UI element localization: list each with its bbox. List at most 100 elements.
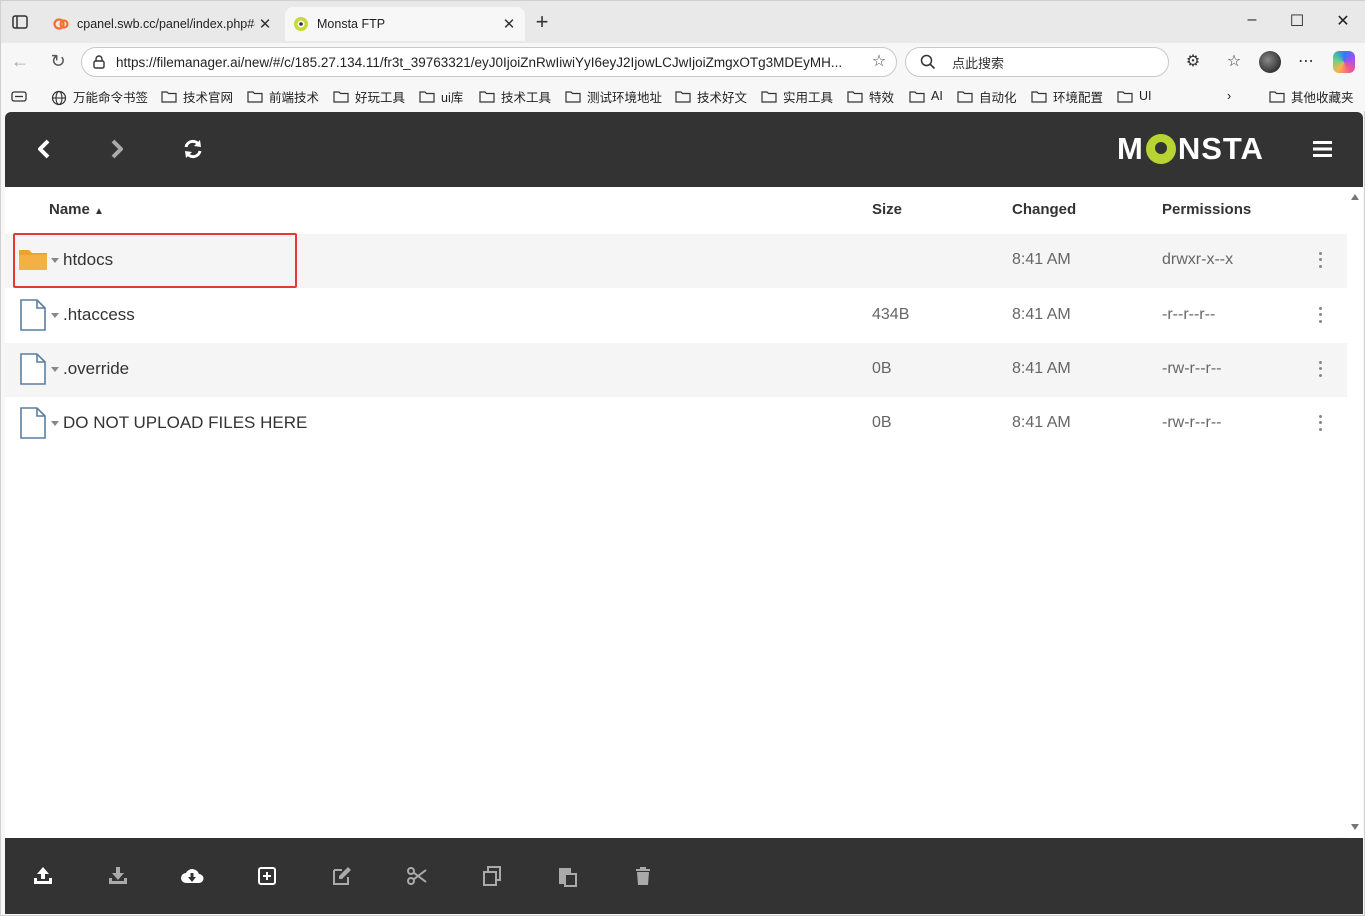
edit-icon[interactable]	[330, 864, 354, 888]
search-icon	[920, 54, 936, 70]
more-actions-icon[interactable]	[1313, 359, 1327, 379]
file-name: .override	[63, 359, 130, 378]
copy-icon[interactable]	[480, 864, 504, 888]
bookmark-folder[interactable]: UI	[1117, 87, 1152, 105]
close-tab-icon[interactable]: ✕	[499, 14, 519, 34]
copilot-icon[interactable]	[1333, 51, 1355, 73]
search-placeholder: 点此搜索	[952, 55, 1005, 71]
bookmark-folder[interactable]: 技术好文	[675, 87, 747, 105]
hamburger-menu-icon[interactable]	[1311, 138, 1335, 160]
tab-monsta-ftp[interactable]: Monsta FTP ✕	[285, 7, 525, 41]
bookmark-folder[interactable]: AI	[909, 87, 943, 105]
reload-icon[interactable]: ↻	[47, 51, 69, 73]
bookmark-folder[interactable]: 技术官网	[161, 87, 233, 105]
extensions-icon[interactable]: ⚙	[1183, 52, 1203, 72]
back-button[interactable]	[29, 134, 59, 164]
globe-icon	[51, 90, 67, 105]
forward-button[interactable]	[102, 134, 132, 164]
other-bookmarks-folder[interactable]: 其他收藏夹	[1269, 87, 1354, 105]
favorite-star-icon[interactable]: ☆	[870, 53, 888, 71]
bookmark-folder[interactable]: 技术工具	[479, 87, 551, 105]
row-dropdown-icon[interactable]	[51, 367, 59, 372]
file-row-htaccess[interactable]: .htaccess 434B 8:41 AM -r--r--r--	[5, 289, 1347, 343]
minimize-icon[interactable]: –	[1241, 11, 1263, 33]
search-box[interactable]: 点此搜索	[905, 47, 1169, 77]
bookmarks-bar: 万能命令书签 技术官网 前端技术 好玩工具 ui库 技术工具 测试环境地址 技术…	[1, 81, 1365, 111]
folder-icon	[479, 90, 495, 103]
scroll-up-arrow-icon[interactable]	[1351, 194, 1359, 200]
close-tab-icon[interactable]: ✕	[255, 14, 275, 34]
file-size: 0B	[872, 414, 892, 431]
file-name: DO NOT UPLOAD FILES HERE	[63, 413, 308, 432]
new-item-icon[interactable]	[255, 864, 279, 888]
lock-icon	[92, 55, 106, 69]
file-name: .htaccess	[63, 305, 135, 324]
bookmark-folder[interactable]: ui库	[419, 87, 463, 105]
monsta-ftp-app: M NSTA Name ▲ Size Changed Permissions h…	[5, 112, 1363, 914]
more-actions-icon[interactable]	[1313, 250, 1327, 270]
file-changed: 8:41 AM	[1012, 414, 1071, 431]
file-changed: 8:41 AM	[1012, 306, 1071, 323]
refresh-icon	[184, 139, 202, 159]
monsta-favicon-icon	[293, 16, 309, 32]
folder-icon	[1269, 90, 1285, 103]
bookmark-item[interactable]: 万能命令书签	[51, 87, 148, 105]
file-icon	[18, 353, 48, 385]
more-actions-icon[interactable]	[1313, 305, 1327, 325]
new-tab-icon[interactable]: +	[531, 11, 553, 34]
tab-cpanel[interactable]: cpanel.swb.cc/panel/index.php#g ✕	[45, 7, 281, 41]
chevron-right-icon	[111, 139, 123, 159]
delete-icon[interactable]	[631, 864, 655, 888]
app-header: M NSTA	[5, 112, 1363, 187]
download-icon[interactable]	[106, 864, 130, 888]
file-icon	[18, 299, 48, 331]
file-size: 0B	[872, 360, 892, 377]
bookmark-folder[interactable]: 好玩工具	[333, 87, 405, 105]
url-text: https://filemanager.ai/new/#/c/185.27.13…	[116, 54, 843, 70]
column-changed[interactable]: Changed	[1012, 201, 1076, 218]
scroll-down-arrow-icon[interactable]	[1351, 824, 1359, 830]
column-permissions[interactable]: Permissions	[1162, 201, 1251, 218]
cut-icon[interactable]	[405, 864, 429, 888]
folder-icon	[1117, 90, 1133, 103]
folder-icon	[957, 90, 973, 103]
reading-list-icon[interactable]	[11, 87, 27, 105]
profile-avatar[interactable]	[1259, 51, 1281, 73]
file-row-override[interactable]: .override 0B 8:41 AM -rw-r--r--	[5, 343, 1347, 397]
file-size: 434B	[872, 306, 910, 323]
refresh-button[interactable]	[178, 134, 208, 164]
bookmark-folder[interactable]: 特效	[847, 87, 894, 105]
file-changed: 8:41 AM	[1012, 360, 1071, 377]
cloud-download-icon[interactable]	[180, 864, 204, 888]
close-window-icon[interactable]: ✕	[1332, 11, 1354, 33]
highlight-annotation	[13, 233, 297, 288]
paste-icon[interactable]	[555, 864, 579, 888]
column-name[interactable]: Name ▲	[49, 201, 104, 218]
column-size[interactable]: Size	[872, 201, 902, 218]
file-permissions: drwxr-x--x	[1162, 251, 1234, 268]
bookmark-folder[interactable]: 前端技术	[247, 87, 319, 105]
bookmark-folder[interactable]: 自动化	[957, 87, 1017, 105]
bookmarks-overflow-icon[interactable]: ›	[1227, 87, 1231, 105]
row-dropdown-icon[interactable]	[51, 421, 59, 426]
row-dropdown-icon[interactable]	[51, 313, 59, 318]
maximize-icon[interactable]: ☐	[1286, 11, 1308, 33]
file-permissions: -r--r--r--	[1162, 306, 1216, 323]
file-row-do-not-upload[interactable]: DO NOT UPLOAD FILES HERE 0B 8:41 AM -rw-…	[5, 397, 1347, 451]
more-options-icon[interactable]: ⋯	[1296, 52, 1316, 72]
favorites-icon[interactable]: ☆	[1224, 52, 1244, 72]
file-permissions: -rw-r--r--	[1162, 414, 1222, 431]
folder-icon	[247, 90, 263, 103]
folder-icon	[565, 90, 581, 103]
bookmark-folder[interactable]: 实用工具	[761, 87, 833, 105]
bookmark-folder[interactable]: 测试环境地址	[565, 87, 662, 105]
bookmark-folder[interactable]: 环境配置	[1031, 87, 1103, 105]
folder-icon	[161, 90, 177, 103]
folder-icon	[1031, 90, 1047, 103]
folder-icon	[909, 90, 925, 103]
tab-actions-icon[interactable]	[11, 13, 29, 31]
address-bar[interactable]: https://filemanager.ai/new/#/c/185.27.13…	[81, 47, 897, 77]
back-icon[interactable]: ←	[9, 51, 31, 73]
more-actions-icon[interactable]	[1313, 413, 1327, 433]
upload-icon[interactable]	[31, 864, 55, 888]
